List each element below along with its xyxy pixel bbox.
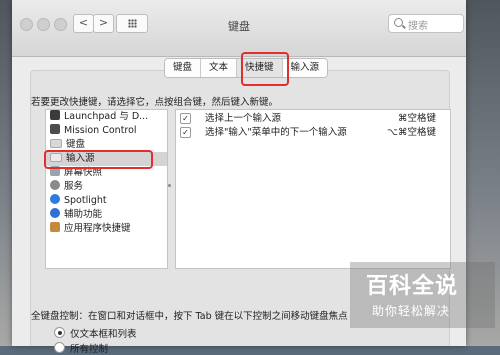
category-label: 辅助功能 <box>64 209 103 220</box>
category-label: 应用程序快捷键 <box>64 223 131 234</box>
shortcut-label: 选择上一个输入源 <box>205 113 282 124</box>
category-label: Launchpad 与 D... <box>64 111 149 122</box>
instruction-text: 若要更改快捷键，请选择它，点按组合键，然后键入新键。 <box>31 97 279 108</box>
category-label: Mission Control <box>64 125 137 136</box>
category-label: 服务 <box>64 181 84 192</box>
category-list[interactable]: Launchpad 与 D... Mission Control 键盘 输入源 … <box>45 109 168 269</box>
tab-highlight-box <box>241 52 289 86</box>
radio-button[interactable] <box>54 327 65 338</box>
shortcut-list[interactable]: ✓ 选择上一个输入源 ⌘空格键 ✓ 选择"输入"菜单中的下一个输入源 ⌥⌘空格键 <box>175 109 451 269</box>
watermark-title: 百科全说 <box>366 274 459 299</box>
category-spotlight[interactable]: Spotlight <box>50 194 107 208</box>
category-mission-control[interactable]: Mission Control <box>50 124 137 138</box>
category-accessibility[interactable]: 辅助功能 <box>50 208 102 222</box>
radio-button[interactable] <box>54 342 65 353</box>
split-handle[interactable] <box>168 184 171 187</box>
search-placeholder: 搜索 <box>408 21 428 32</box>
category-label: 键盘 <box>66 139 86 150</box>
tab-keyboard[interactable]: 键盘 <box>165 59 202 77</box>
keyboard-icon <box>50 139 62 148</box>
shortcut-checkbox[interactable]: ✓ <box>180 127 191 138</box>
tab-input-sources[interactable]: 输入源 <box>282 59 328 77</box>
launchpad-icon <box>50 110 60 120</box>
radio-label: 仅文本框和列表 <box>70 329 137 340</box>
full-keyboard-access-text: 全键盘控制：在窗口和对话框中，按下 Tab 键在以下控制之间移动键盘焦点 <box>31 311 348 322</box>
search-field[interactable]: 搜索 <box>388 14 464 33</box>
watermark-subtitle: 助你轻松解决 <box>372 304 451 318</box>
category-launchpad[interactable]: Launchpad 与 D... <box>50 110 148 124</box>
category-app-shortcuts[interactable]: 应用程序快捷键 <box>50 222 131 236</box>
app-shortcuts-icon <box>50 222 60 232</box>
category-label: Spotlight <box>64 195 107 206</box>
spotlight-icon <box>50 194 60 204</box>
accessibility-icon <box>50 208 60 218</box>
mission-control-icon <box>50 124 60 134</box>
shortcut-key[interactable]: ⌥⌘空格键 <box>387 126 436 139</box>
shortcut-row[interactable]: ✓ 选择"输入"菜单中的下一个输入源 ⌥⌘空格键 <box>176 126 450 139</box>
shortcut-checkbox[interactable]: ✓ <box>180 113 191 124</box>
watermark: 百科全说 助你轻松解决 <box>350 262 495 328</box>
category-services[interactable]: 服务 <box>50 180 83 194</box>
title-bar: < > 键盘 搜索 <box>12 0 466 57</box>
gear-icon <box>50 180 60 190</box>
tab-text[interactable]: 文本 <box>201 59 238 77</box>
shortcut-key[interactable]: ⌘空格键 <box>398 112 436 125</box>
radio-text-boxes-only[interactable]: 仅文本框和列表 <box>54 326 137 340</box>
radio-all-controls[interactable]: 所有控制 <box>54 341 108 355</box>
shortcut-row[interactable]: ✓ 选择上一个输入源 ⌘空格键 <box>176 112 450 125</box>
category-highlight-box <box>44 150 153 169</box>
shortcut-label: 选择"输入"菜单中的下一个输入源 <box>205 127 347 138</box>
search-icon <box>394 18 403 27</box>
